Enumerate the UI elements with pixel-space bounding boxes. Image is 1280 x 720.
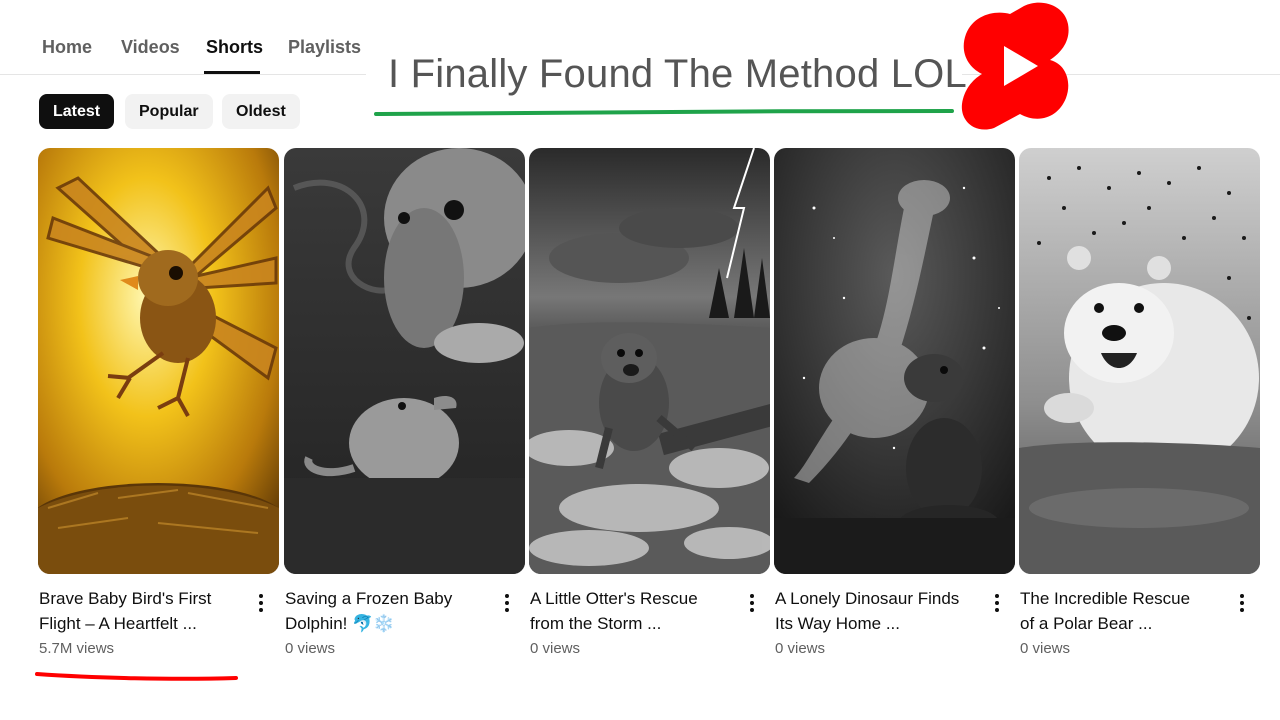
more-options-icon[interactable] bbox=[746, 592, 758, 618]
short-card-2[interactable]: Saving a Frozen Baby Dolphin! 🐬❄️ 0 view… bbox=[284, 148, 525, 668]
red-underline-annotation bbox=[35, 672, 238, 681]
view-count: 0 views bbox=[285, 640, 336, 657]
short-title[interactable]: Brave Baby Bird's First Flight – A Heart… bbox=[39, 586, 244, 636]
view-count: 0 views bbox=[775, 640, 826, 657]
filter-chip-latest[interactable]: Latest bbox=[39, 94, 115, 129]
tab-playlists[interactable]: Playlists bbox=[288, 37, 361, 58]
short-title[interactable]: A Lonely Dinosaur Finds Its Way Home ... bbox=[775, 586, 980, 636]
frozen-dolphin-thumbnail[interactable] bbox=[284, 148, 525, 574]
short-card-5[interactable]: The Incredible Rescue of a Polar Bear ..… bbox=[1019, 148, 1260, 668]
short-title[interactable]: A Little Otter's Rescue from the Storm .… bbox=[530, 586, 735, 636]
short-title-line-2: Flight – A Heartfelt ... bbox=[39, 614, 197, 633]
short-title-line-1: Brave Baby Bird's First bbox=[39, 589, 212, 608]
tab-home[interactable]: Home bbox=[42, 37, 92, 58]
short-title-line-1: The Incredible Rescue bbox=[1020, 589, 1191, 608]
short-title-line-1: A Lonely Dinosaur Finds bbox=[775, 589, 960, 608]
short-card-3[interactable]: A Little Otter's Rescue from the Storm .… bbox=[529, 148, 770, 668]
short-title-line-2: Dolphin! 🐬❄️ bbox=[285, 614, 395, 633]
short-title-line-1: Saving a Frozen Baby bbox=[285, 589, 453, 608]
filter-chip-oldest[interactable]: Oldest bbox=[222, 94, 300, 129]
more-options-icon[interactable] bbox=[1236, 592, 1248, 618]
overlay-title: I Finally Found The Method LOL bbox=[388, 52, 967, 96]
more-options-icon[interactable] bbox=[255, 592, 267, 618]
lonely-dinosaur-thumbnail[interactable] bbox=[774, 148, 1015, 574]
otter-storm-thumbnail[interactable] bbox=[529, 148, 770, 574]
short-title-line-2: of a Polar Bear ... bbox=[1020, 614, 1153, 633]
view-count: 0 views bbox=[530, 640, 581, 657]
short-title-line-2: Its Way Home ... bbox=[775, 614, 901, 633]
more-options-icon[interactable] bbox=[501, 592, 513, 618]
tab-shorts[interactable]: Shorts bbox=[206, 37, 263, 58]
short-card-4[interactable]: A Lonely Dinosaur Finds Its Way Home ...… bbox=[774, 148, 1015, 668]
short-title[interactable]: The Incredible Rescue of a Polar Bear ..… bbox=[1020, 586, 1225, 636]
short-title-line-2: from the Storm ... bbox=[530, 614, 662, 633]
tab-videos[interactable]: Videos bbox=[121, 37, 180, 58]
baby-bird-thumbnail[interactable] bbox=[38, 148, 279, 574]
short-title-line-1: A Little Otter's Rescue bbox=[530, 589, 698, 608]
filter-chip-popular[interactable]: Popular bbox=[125, 94, 213, 129]
green-underline-annotation bbox=[374, 109, 954, 116]
short-title[interactable]: Saving a Frozen Baby Dolphin! 🐬❄️ bbox=[285, 586, 490, 636]
view-count: 5.7M views bbox=[39, 640, 115, 657]
view-count: 0 views bbox=[1020, 640, 1071, 657]
youtube-shorts-logo-icon bbox=[961, 2, 1069, 130]
more-options-icon[interactable] bbox=[991, 592, 1003, 618]
short-card-1[interactable]: Brave Baby Bird's First Flight – A Heart… bbox=[38, 148, 279, 668]
polar-bear-thumbnail[interactable] bbox=[1019, 148, 1260, 574]
